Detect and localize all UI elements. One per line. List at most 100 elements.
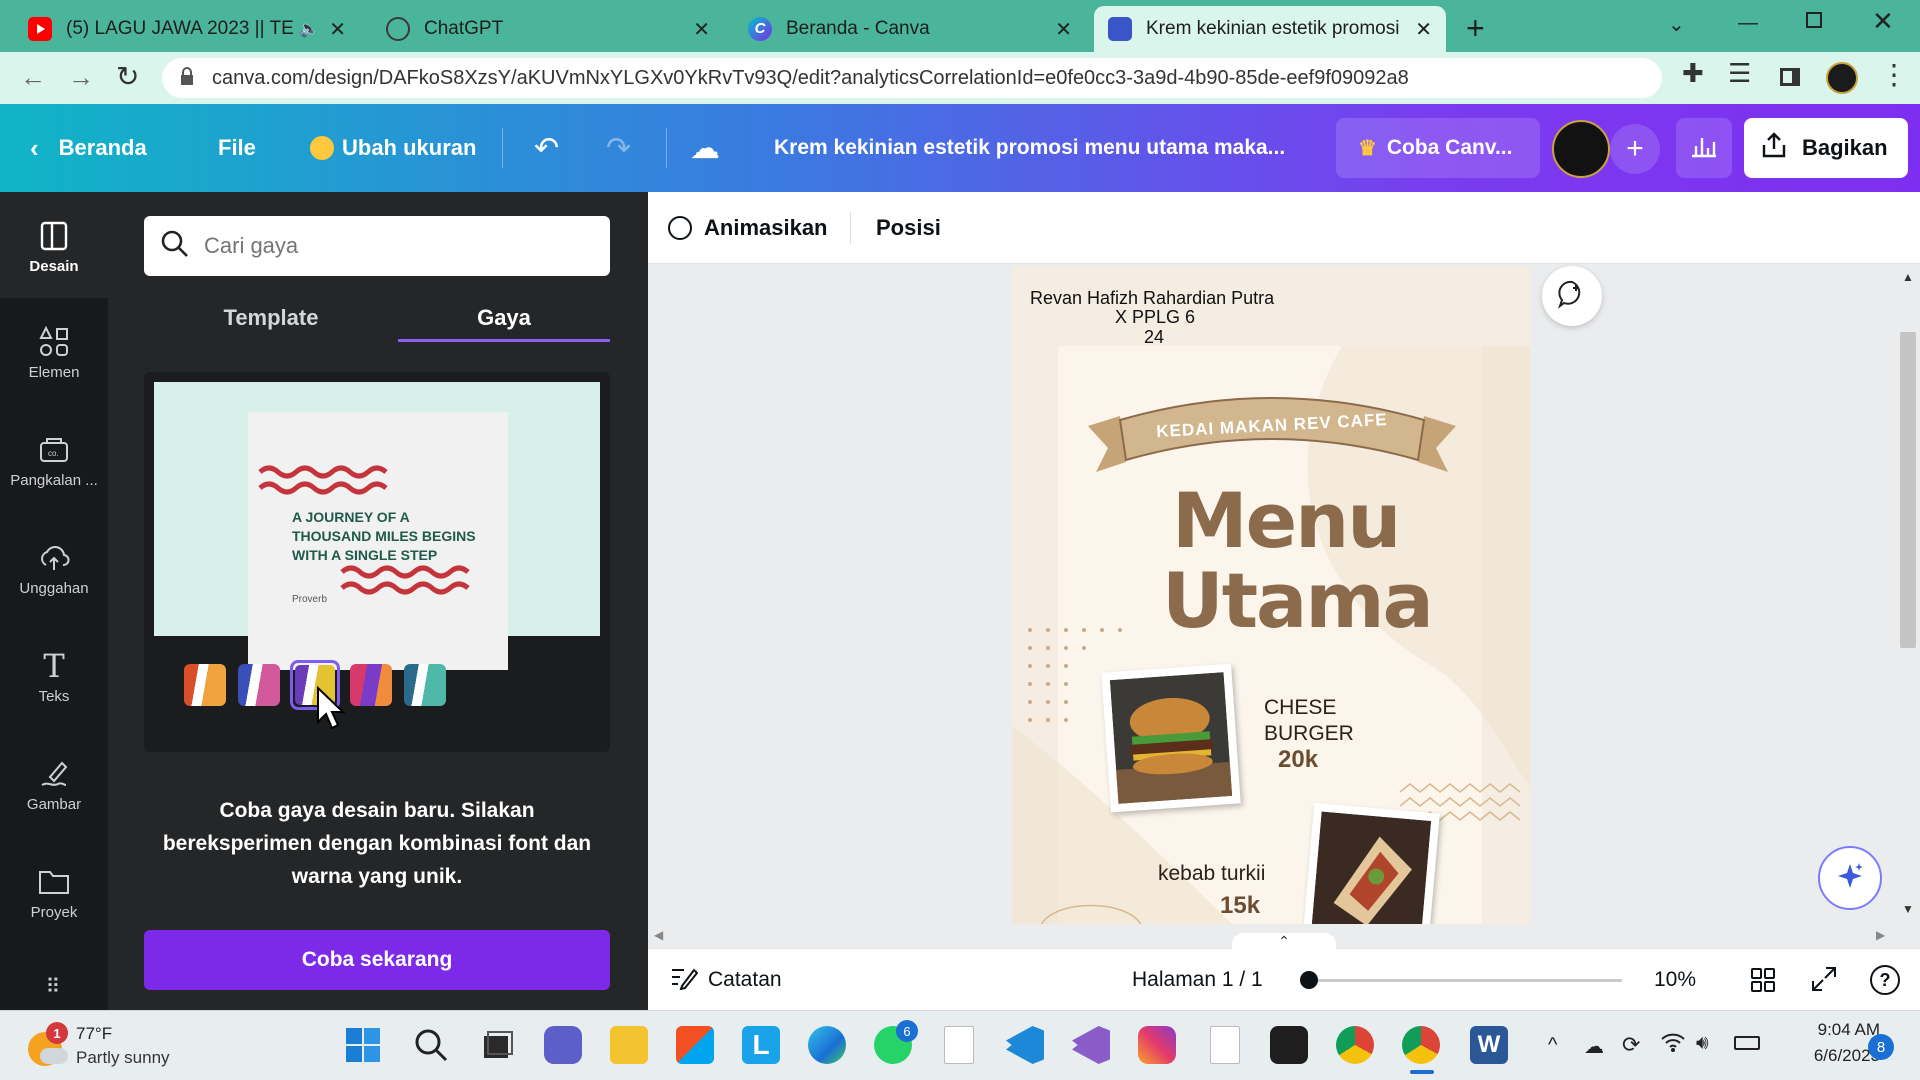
document-title[interactable]: Krem kekinian estetik promosi menu utama… — [774, 104, 1285, 192]
rail-item-unggahan[interactable]: Unggahan — [0, 540, 108, 597]
teams-chat-icon[interactable] — [544, 1026, 582, 1064]
wifi-icon[interactable] — [1660, 1030, 1686, 1059]
zoom-slider-thumb[interactable] — [1300, 971, 1318, 989]
rail-item-brand[interactable]: co. Pangkalan ... — [0, 432, 108, 489]
item-1-name: CHESE — [1264, 696, 1337, 719]
search-input[interactable] — [204, 233, 584, 259]
instagram-icon[interactable] — [1138, 1026, 1176, 1064]
close-tab-icon[interactable]: ✕ — [329, 17, 346, 42]
share-button[interactable]: Bagikan — [1744, 118, 1908, 178]
blank-file-icon[interactable] — [1210, 1026, 1240, 1064]
add-collaborator-button[interactable]: + — [1610, 124, 1660, 174]
resize-button[interactable]: Ubah ukuran — [310, 104, 476, 192]
style-swatch[interactable] — [184, 664, 226, 706]
rail-item-elemen[interactable]: Elemen — [0, 324, 108, 381]
insights-button[interactable] — [1676, 118, 1732, 178]
cloud-saved-icon[interactable]: ☁ — [690, 104, 720, 192]
zoom-value[interactable]: 10% — [1654, 949, 1696, 1011]
sync-icon[interactable]: ⟳ — [1622, 1032, 1640, 1058]
try-pro-button[interactable]: ♛ Coba Canv... — [1336, 118, 1540, 178]
scrollbar-thumb[interactable] — [1900, 332, 1916, 648]
url-field[interactable]: canva.com/design/DAFkoS8XzsY/aKUVmNxYLGX… — [162, 58, 1662, 98]
blank-file-icon[interactable] — [944, 1026, 974, 1064]
scroll-left-icon[interactable]: ◀ — [654, 928, 663, 942]
style-preview-card[interactable]: A JOURNEY OF A THOUSAND MILES BEGINS WIT… — [144, 372, 610, 752]
position-button[interactable]: Posisi — [876, 192, 941, 264]
battery-icon[interactable] — [1734, 1036, 1760, 1050]
chrome-profile-icon[interactable] — [1402, 1026, 1440, 1064]
tab-canva-home[interactable]: C Beranda - Canva ✕ — [734, 6, 1086, 52]
vertical-scrollbar[interactable]: ▲ ▼ — [1896, 266, 1920, 926]
rail-item-proyek[interactable]: Proyek — [0, 864, 108, 921]
figma-icon[interactable] — [1270, 1026, 1308, 1064]
close-tab-icon[interactable]: ✕ — [1055, 17, 1072, 42]
microsoft-store-icon[interactable] — [676, 1026, 714, 1064]
item-1-price: 20k — [1278, 746, 1319, 773]
windows-start-icon[interactable] — [344, 1026, 382, 1064]
redo-icon[interactable]: ↷ — [606, 104, 631, 192]
tab-chatgpt[interactable]: ChatGPT ✕ — [372, 6, 724, 52]
onedrive-icon[interactable]: ☁ — [1584, 1034, 1604, 1059]
weather-widget[interactable]: 1 77°F Partly sunny — [24, 1022, 224, 1072]
word-icon[interactable]: W — [1470, 1026, 1508, 1064]
zoom-slider[interactable] — [1300, 971, 1622, 989]
side-panel-icon[interactable] — [1780, 68, 1800, 86]
help-icon[interactable]: ? — [1870, 965, 1900, 995]
reading-list-icon[interactable]: ☰ — [1728, 58, 1751, 89]
notification-badge[interactable]: 8 — [1868, 1034, 1894, 1060]
undo-icon[interactable]: ↶ — [534, 104, 559, 192]
add-comment-button[interactable] — [1542, 266, 1602, 326]
notes-button[interactable]: Catatan — [670, 949, 782, 1011]
scroll-down-icon[interactable]: ▼ — [1902, 902, 1914, 916]
user-avatar[interactable] — [1552, 120, 1610, 178]
file-explorer-icon[interactable] — [610, 1026, 648, 1064]
browser-menu-icon[interactable]: ⋮ — [1880, 58, 1908, 91]
edge-icon[interactable] — [808, 1026, 846, 1064]
reload-icon[interactable]: ↻ — [116, 60, 139, 93]
search-taskbar-icon[interactable] — [412, 1026, 450, 1064]
file-menu-button[interactable]: File — [218, 104, 256, 192]
minimize-icon[interactable]: — — [1738, 12, 1758, 35]
style-search[interactable] — [144, 216, 610, 276]
clock[interactable]: 9:04 AM 6/6/2023 — [1780, 1020, 1880, 1066]
new-tab-icon[interactable]: + — [1466, 10, 1485, 47]
tab-gaya[interactable]: Gaya — [398, 294, 610, 342]
home-button[interactable]: ‹ Beranda — [30, 104, 147, 192]
l-app-icon[interactable]: L — [742, 1026, 780, 1064]
apps-grid-icon[interactable]: ⠿ — [0, 974, 108, 999]
rail-item-desain[interactable]: Desain — [0, 192, 108, 298]
style-swatch[interactable] — [238, 664, 280, 706]
volume-icon[interactable]: 🔊︎ — [1696, 1032, 1709, 1055]
tab-title: (5) LAGU JAWA 2023 || TERN — [66, 18, 294, 39]
scroll-up-icon[interactable]: ▲ — [1902, 270, 1914, 284]
speaker-icon[interactable]: 🔈 — [299, 19, 319, 39]
style-swatch[interactable] — [404, 664, 446, 706]
fullscreen-icon[interactable] — [1810, 965, 1838, 998]
show-hidden-icons[interactable]: ^ — [1548, 1034, 1557, 1057]
rail-item-gambar[interactable]: Gambar — [0, 756, 108, 813]
assistant-sparkle-button[interactable] — [1818, 846, 1882, 910]
tab-template[interactable]: Template — [144, 294, 398, 342]
try-now-button[interactable]: Coba sekarang — [144, 930, 610, 990]
tab-search-icon[interactable]: ⌄ — [1668, 12, 1685, 37]
page-indicator[interactable]: Halaman 1 / 1 — [1132, 949, 1263, 1011]
chrome-icon[interactable] — [1336, 1026, 1374, 1064]
close-window-icon[interactable]: ✕ — [1872, 6, 1894, 37]
restore-icon[interactable] — [1806, 12, 1822, 28]
task-view-icon[interactable] — [478, 1026, 516, 1064]
forward-icon[interactable]: → — [68, 62, 94, 93]
scroll-right-icon[interactable]: ▶ — [1876, 928, 1885, 942]
close-tab-icon[interactable]: ✕ — [693, 17, 710, 42]
grid-view-icon[interactable] — [1750, 967, 1776, 998]
design-page[interactable]: Revan Hafizh Rahardian Putra X PPLG 6 24… — [1012, 266, 1530, 924]
tab-youtube[interactable]: (5) LAGU JAWA 2023 || TERN 🔈 ✕ — [14, 6, 360, 52]
close-tab-icon[interactable]: ✕ — [1415, 17, 1432, 42]
profile-avatar[interactable] — [1826, 62, 1858, 94]
animate-button[interactable]: Animasikan — [668, 192, 828, 264]
rail-item-teks[interactable]: T Teks — [0, 647, 108, 705]
style-swatch[interactable] — [350, 664, 392, 706]
tab-canva-design[interactable]: Krem kekinian estetik promosi m ✕ — [1094, 6, 1446, 52]
badge-count: 8 — [1876, 1038, 1886, 1056]
back-icon[interactable]: ← — [20, 62, 46, 93]
extensions-icon[interactable]: ✚ — [1682, 58, 1704, 89]
